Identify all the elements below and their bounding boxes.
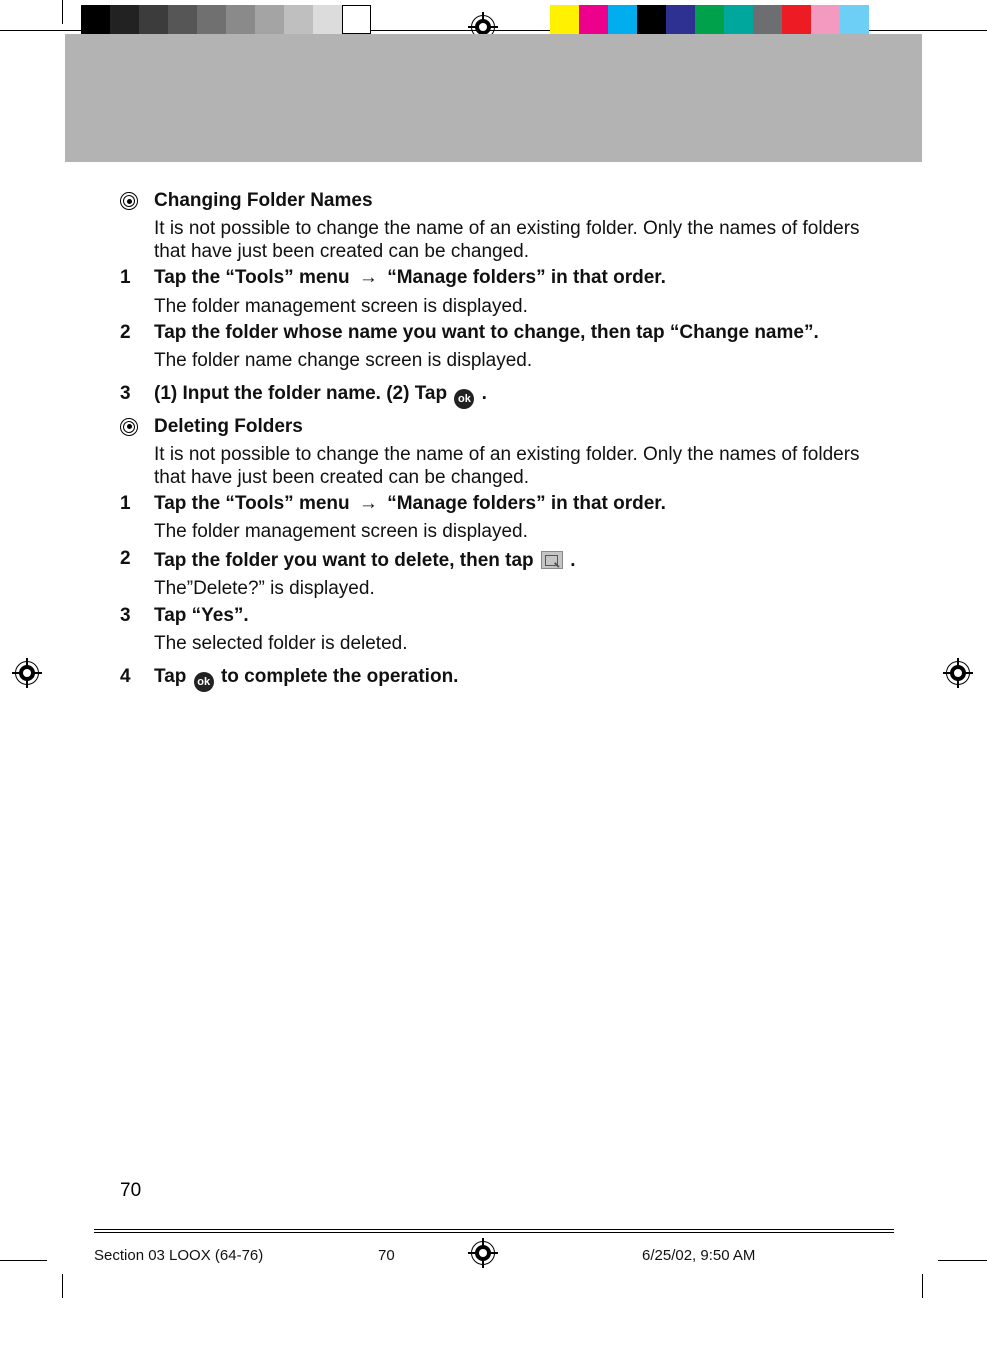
step-instruction: Tap the “Tools” menu → “Manage folders” … [154, 493, 880, 515]
step-number: 4 [120, 666, 154, 689]
delete-icon [541, 551, 563, 569]
ok-icon: ok [194, 672, 214, 692]
ok-icon: ok [454, 389, 474, 409]
registration-mark-left [12, 658, 42, 688]
registration-mark-bottom [468, 1238, 498, 1268]
step-result: The”Delete?” is displayed. [154, 578, 880, 600]
step-instruction: Tap the folder you want to delete, then … [154, 548, 880, 572]
step-result: The folder management screen is displaye… [154, 521, 880, 543]
section-title: Deleting Folders [154, 416, 880, 440]
footer-section: Section 03 LOOX (64-76) [94, 1247, 263, 1264]
arrow-icon: → [355, 493, 382, 514]
step-number: 1 [120, 267, 154, 289]
section-bullet-icon [120, 418, 138, 436]
step-result: The folder management screen is displaye… [154, 296, 880, 318]
step-instruction: Tap the “Tools” menu → “Manage folders” … [154, 267, 880, 289]
step-result: The selected folder is deleted. [154, 633, 880, 655]
step-instruction: Tap ok to complete the operation. [154, 666, 880, 689]
footer-rule [94, 1232, 894, 1233]
color-swatches [550, 5, 869, 34]
document-content: Changing Folder Names It is not possible… [120, 190, 880, 693]
section-bullet-icon [120, 192, 138, 210]
print-crop-marks-bottom [62, 1274, 63, 1298]
step-number: 2 [120, 548, 154, 572]
footer-page: 70 [378, 1247, 395, 1264]
step-number: 2 [120, 322, 154, 344]
step-number: 3 [120, 605, 154, 627]
print-crop-marks-bottom [0, 1260, 47, 1261]
step-number: 1 [120, 493, 154, 515]
step-number: 3 [120, 383, 154, 406]
footer-rule [94, 1229, 894, 1230]
registration-mark-right [943, 658, 973, 688]
step-instruction: Tap “Yes”. [154, 605, 880, 627]
print-crop-marks-bottom [938, 1260, 987, 1261]
step-result: The folder name change screen is display… [154, 350, 880, 372]
section-intro: It is not possible to change the name of… [154, 218, 880, 263]
page-header-band [65, 34, 922, 162]
section-title: Changing Folder Names [154, 190, 880, 214]
step-instruction: (1) Input the folder name. (2) Tap ok . [154, 383, 880, 406]
arrow-icon: → [355, 267, 382, 288]
grayscale-swatches [81, 5, 371, 34]
section-intro: It is not possible to change the name of… [154, 444, 880, 489]
print-crop-marks-bottom [922, 1274, 923, 1298]
page-number: 70 [120, 1180, 141, 1202]
footer-date: 6/25/02, 9:50 AM [642, 1247, 755, 1264]
step-instruction: Tap the folder whose name you want to ch… [154, 322, 880, 344]
